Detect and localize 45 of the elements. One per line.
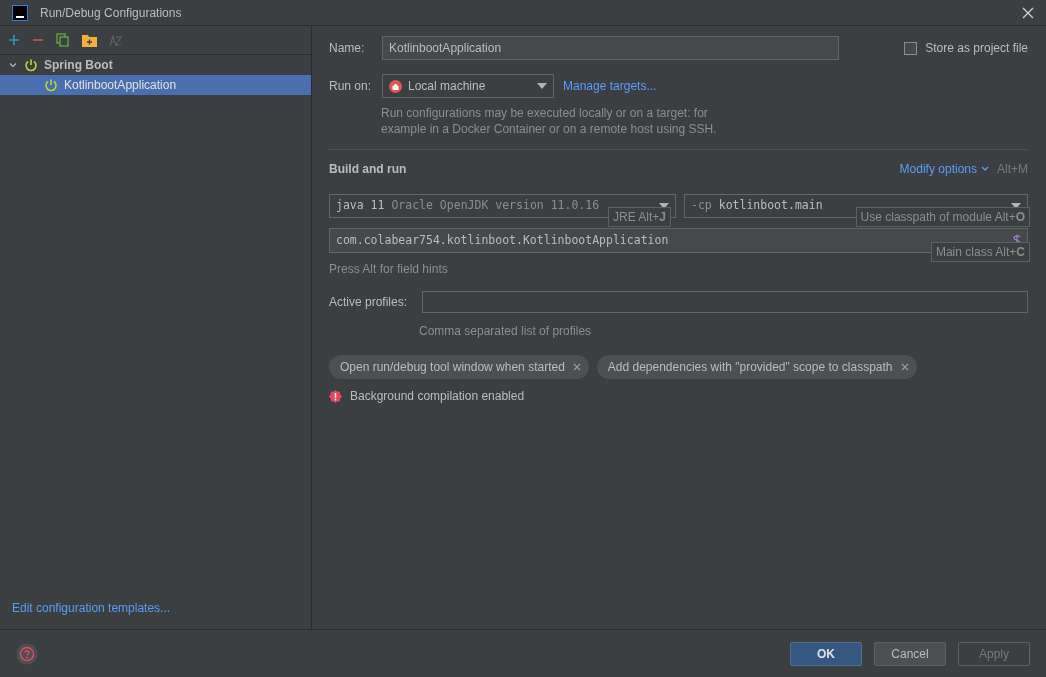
shortcut-text: Alt+M xyxy=(997,161,1028,178)
new-folder-icon[interactable] xyxy=(82,33,97,47)
house-icon xyxy=(389,79,402,93)
name-field[interactable]: KotlinbootApplication xyxy=(382,36,839,60)
run-on-label: Run on: xyxy=(329,78,373,95)
chevron-icon[interactable] xyxy=(8,60,18,70)
dropdown-arrow-icon xyxy=(659,203,669,209)
edit-templates-link[interactable]: Edit configuration templates... xyxy=(12,601,171,615)
sort-icon xyxy=(109,33,122,47)
copy-icon[interactable] xyxy=(56,33,70,47)
option-chip[interactable]: Add dependencies with "provided" scope to classpath xyxy=(596,355,917,379)
tree-item[interactable]: KotlinbootApplication xyxy=(0,75,311,95)
store-checkbox[interactable] xyxy=(904,41,918,55)
option-chip[interactable]: Open run/debug tool window when started xyxy=(329,355,589,379)
chevron-down-icon[interactable] xyxy=(981,166,989,172)
help-icon[interactable] xyxy=(16,642,38,665)
close-icon[interactable] xyxy=(900,363,909,371)
dialog-button[interactable]: OK xyxy=(790,641,862,666)
dropdown-arrow-icon xyxy=(1011,203,1021,209)
active-profiles-label: Active profiles: xyxy=(329,294,409,311)
active-profiles-field[interactable] xyxy=(422,291,1028,313)
close-icon[interactable] xyxy=(1022,6,1034,19)
window-title: Run/Debug Configurations xyxy=(40,4,183,22)
shortcut-tooltip: Use classpath of module Alt+O xyxy=(855,207,1030,227)
shortcut-tooltip: Main class Alt+C xyxy=(930,242,1030,262)
power-icon xyxy=(24,58,38,72)
profiles-help: Comma separated list of profiles xyxy=(419,323,593,340)
power-icon xyxy=(44,78,58,92)
app-logo-icon xyxy=(12,4,28,21)
error-icon xyxy=(329,389,342,403)
section-title: Build and run xyxy=(329,161,408,178)
dialog-button[interactable]: Cancel xyxy=(874,641,946,666)
add-icon[interactable] xyxy=(8,34,20,46)
run-on-dropdown[interactable]: Local machine xyxy=(382,74,554,98)
store-label[interactable]: Store as project file xyxy=(925,39,1028,57)
warning-text: Background compilation enabled xyxy=(350,388,525,405)
field-hints-note: Press Alt for field hints xyxy=(329,261,449,278)
close-icon[interactable] xyxy=(572,363,581,371)
name-label: Name: xyxy=(329,40,366,57)
modify-options-link[interactable]: Modify options xyxy=(899,160,989,178)
run-on-help: Run configurations may be executed locally or on a target: for example in a Docker Container or on a remote host using SSH. xyxy=(381,105,718,137)
tree-item[interactable]: Spring Boot xyxy=(0,55,311,75)
shortcut-tooltip: JRE Alt+J xyxy=(608,207,672,227)
manage-targets-link[interactable]: Manage targets... xyxy=(563,77,657,95)
dropdown-arrow-icon xyxy=(537,83,547,89)
